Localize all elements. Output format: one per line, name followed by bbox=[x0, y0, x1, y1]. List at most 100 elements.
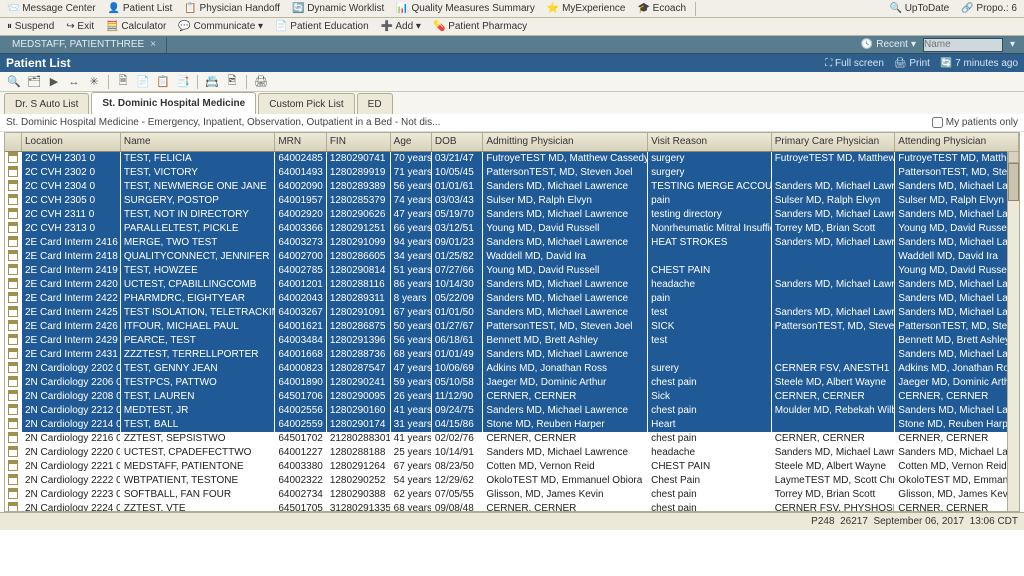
toolbar-suspend[interactable]: ⏸ Suspend bbox=[2, 19, 59, 35]
toolbar-icon-7[interactable]: 📄 bbox=[135, 75, 151, 89]
toolbar-physician-handoff[interactable]: 📋 Physician Handoff bbox=[179, 1, 285, 17]
patient-search-input[interactable] bbox=[923, 38, 1003, 52]
table-row[interactable]: 2C CVH 2302 0TEST, VICTORY64001493128028… bbox=[5, 166, 1019, 180]
col-age[interactable]: Age bbox=[390, 133, 431, 151]
table-row[interactable]: 2N Cardiology 2212 0MEDTEST, JR640025561… bbox=[5, 404, 1019, 418]
toolbar-patient-pharmacy[interactable]: 💊 Patient Pharmacy bbox=[428, 19, 532, 35]
table-row[interactable]: 2N Cardiology 2221 0MEDSTAFF, PATIENTONE… bbox=[5, 460, 1019, 474]
tab-custom-pick-list[interactable]: Custom Pick List bbox=[258, 93, 354, 114]
col-reason[interactable]: Visit Reason bbox=[648, 133, 772, 151]
toolbar-propo-6[interactable]: 🔗 Propo.: 6 bbox=[956, 1, 1022, 17]
clipboard-icon bbox=[8, 250, 18, 261]
clipboard-icon bbox=[8, 502, 18, 513]
table-row[interactable]: 2N Cardiology 2214 0TEST, BALL6400255912… bbox=[5, 418, 1019, 432]
tab-dr-s-auto-list[interactable]: Dr. S Auto List bbox=[4, 93, 89, 114]
status-count: 26217 bbox=[840, 516, 868, 527]
table-row[interactable]: 2E Card Interm 2425 0TEST ISOLATION, TEL… bbox=[5, 306, 1019, 320]
icon-toolbar: 🔍 🗂 ▶ ↔ ✳ 🗎 📄 📋 📑 📇 🖻 🖨 bbox=[0, 72, 1024, 92]
clipboard-icon bbox=[8, 292, 18, 303]
toolbar-patient-list[interactable]: 👤 Patient List bbox=[103, 1, 178, 17]
clipboard-icon bbox=[8, 334, 18, 345]
toolbar-message-center[interactable]: 📨 Message Center bbox=[2, 1, 101, 17]
title-link-7-minutes-ago[interactable]: 🔄 7 minutes ago bbox=[940, 58, 1018, 69]
table-row[interactable]: 2E Card Interm 2422 0PHARMDRC, EIGHTYEAR… bbox=[5, 292, 1019, 306]
clipboard-icon bbox=[8, 222, 18, 233]
list-subheader: St. Dominic Hospital Medicine - Emergenc… bbox=[0, 114, 1024, 132]
clipboard-icon bbox=[8, 460, 18, 471]
table-row[interactable]: 2E Card Interm 2429 0PEARCE, TEST6400348… bbox=[5, 334, 1019, 348]
table-row[interactable]: 2C CVH 2304 0TEST, NEWMERGE ONE JANE6400… bbox=[5, 180, 1019, 194]
table-row[interactable]: 2C CVH 2305 0SURGERY, POSTOP640019571280… bbox=[5, 194, 1019, 208]
clipboard-icon bbox=[8, 348, 18, 359]
toolbar-icon-2[interactable]: ▶ bbox=[46, 75, 62, 89]
toolbar-add[interactable]: ➕ Add ▾ bbox=[376, 19, 426, 35]
col-rowicon[interactable] bbox=[5, 133, 21, 151]
toolbar-icon-0[interactable]: 🔍 bbox=[6, 75, 22, 89]
toolbar-icon-12[interactable]: 🖻 bbox=[224, 75, 240, 89]
table-row[interactable]: 2E Card Interm 2431 0ZZZTEST, TERRELLPOR… bbox=[5, 348, 1019, 362]
toolbar-patient-education[interactable]: 📄 Patient Education bbox=[270, 19, 374, 35]
my-patients-checkbox[interactable] bbox=[932, 117, 943, 128]
clipboard-icon bbox=[8, 488, 18, 499]
col-att[interactable]: Attending Physician bbox=[895, 133, 1019, 151]
col-mrn[interactable]: MRN bbox=[275, 133, 326, 151]
title-link-full-screen[interactable]: ⛶ Full screen bbox=[825, 58, 884, 69]
toolbar-uptodate[interactable]: 🔍 UpToDate bbox=[884, 1, 954, 17]
toolbar-communicate[interactable]: 💬 Communicate ▾ bbox=[173, 19, 268, 35]
grid-header-row: LocationNameMRNFINAgeDOBAdmitting Physic… bbox=[5, 133, 1019, 151]
toolbar-icon-6[interactable]: 🗎 bbox=[115, 75, 131, 89]
toolbar-row-1: 📨 Message Center👤 Patient List📋 Physicia… bbox=[0, 0, 1024, 18]
table-row[interactable]: 2C CVH 2313 0PARALLELTEST, PICKLE6400336… bbox=[5, 222, 1019, 236]
close-icon[interactable]: × bbox=[150, 39, 156, 50]
table-row[interactable]: 2E Card Interm 2419 0TEST, HOWZEE6400278… bbox=[5, 264, 1019, 278]
scroll-thumb[interactable] bbox=[1008, 163, 1019, 201]
table-row[interactable]: 2N Cardiology 2223 0SOFTBALL, FAN FOUR64… bbox=[5, 488, 1019, 502]
toolbar-ecoach[interactable]: 🎓 Ecoach bbox=[632, 1, 691, 17]
table-row[interactable]: 2C CVH 2311 0TEST, NOT IN DIRECTORY64002… bbox=[5, 208, 1019, 222]
recent-dropdown[interactable]: 🕓 Recent ▾ bbox=[856, 37, 921, 53]
tab-ed[interactable]: ED bbox=[357, 93, 393, 114]
grid-scrollbar[interactable] bbox=[1007, 151, 1019, 511]
tab-st-dominic-hospital-medicine[interactable]: St. Dominic Hospital Medicine bbox=[91, 92, 256, 114]
table-row[interactable]: 2C CVH 2301 0TEST, FELICIA64002485128029… bbox=[5, 151, 1019, 166]
col-fin[interactable]: FIN bbox=[326, 133, 390, 151]
page-title-bar: Patient List ⛶ Full screen🖨 Print🔄 7 min… bbox=[0, 54, 1024, 72]
toolbar-row-2: ⏸ Suspend↪ Exit🧮 Calculator💬 Communicate… bbox=[0, 18, 1024, 36]
clipboard-icon bbox=[8, 152, 18, 163]
col-location[interactable]: Location bbox=[21, 133, 120, 151]
toolbar-icon-8[interactable]: 📋 bbox=[155, 75, 171, 89]
col-name[interactable]: Name bbox=[120, 133, 274, 151]
toolbar-icon-14[interactable]: 🖨 bbox=[253, 75, 269, 89]
toolbar-calculator[interactable]: 🧮 Calculator bbox=[101, 19, 171, 35]
table-row[interactable]: 2E Card Interm 2418 0QUALITYCONNECT, JEN… bbox=[5, 250, 1019, 264]
table-row[interactable]: 2N Cardiology 2206 0TESTPCS, PATTWO64001… bbox=[5, 376, 1019, 390]
patient-grid[interactable]: LocationNameMRNFINAgeDOBAdmitting Physic… bbox=[5, 133, 1019, 512]
toolbar-icon-11[interactable]: 📇 bbox=[204, 75, 220, 89]
table-row[interactable]: 2E Card Interm 2416 0MERGE, TWO TEST6400… bbox=[5, 236, 1019, 250]
table-row[interactable]: 2E Card Interm 2420 0UCTEST, CPABILLINGC… bbox=[5, 278, 1019, 292]
table-row[interactable]: 2N Cardiology 2220 0UCTEST, CPADEFECTTWO… bbox=[5, 446, 1019, 460]
toolbar-icon-4[interactable]: ✳ bbox=[86, 75, 102, 89]
my-patients-only[interactable]: My patients only bbox=[932, 117, 1018, 128]
toolbar-icon-3[interactable]: ↔ bbox=[66, 75, 82, 89]
table-row[interactable]: 2N Cardiology 2208 0TEST, LAUREN64501706… bbox=[5, 390, 1019, 404]
scroll-up-button[interactable] bbox=[1008, 151, 1019, 163]
list-description: St. Dominic Hospital Medicine - Emergenc… bbox=[6, 117, 440, 128]
toolbar-exit[interactable]: ↪ Exit bbox=[61, 19, 99, 35]
table-row[interactable]: 2N Cardiology 2222 0WBTPATIENT, TESTONE6… bbox=[5, 474, 1019, 488]
toolbar-myexperience[interactable]: ⭐ MyExperience bbox=[542, 1, 631, 17]
col-adm[interactable]: Admitting Physician bbox=[483, 133, 648, 151]
toolbar-quality-measures-summary[interactable]: 📊 Quality Measures Summary bbox=[391, 1, 540, 17]
col-dob[interactable]: DOB bbox=[431, 133, 482, 151]
col-pcp[interactable]: Primary Care Physician bbox=[771, 133, 895, 151]
patient-search-go[interactable]: ▾ bbox=[1005, 37, 1020, 53]
table-row[interactable]: 2N Cardiology 2216 0ZZTEST, SEPSISTWO645… bbox=[5, 432, 1019, 446]
table-row[interactable]: 2E Card Interm 2426 0ITFOUR, MICHAEL PAU… bbox=[5, 320, 1019, 334]
table-row[interactable]: 2N Cardiology 2202 0TEST, GENNY JEAN6400… bbox=[5, 362, 1019, 376]
toolbar-icon-1[interactable]: 🗂 bbox=[26, 75, 42, 89]
toolbar-icon-9[interactable]: 📑 bbox=[175, 75, 191, 89]
toolbar-dynamic-worklist[interactable]: 🔄 Dynamic Worklist bbox=[287, 1, 389, 17]
table-row[interactable]: 2N Cardiology 2224 0ZZTEST, VTE645017053… bbox=[5, 502, 1019, 513]
title-link-print[interactable]: 🖨 Print bbox=[894, 58, 930, 69]
patient-tab[interactable]: MEDSTAFF, PATIENTTHREE × bbox=[2, 37, 167, 53]
